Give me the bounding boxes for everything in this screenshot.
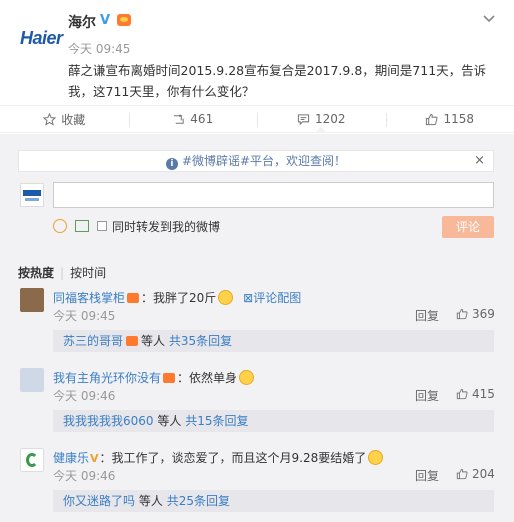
thumbs-up-icon bbox=[456, 308, 468, 320]
sort-by-hot-tab[interactable]: 按热度 bbox=[18, 266, 54, 280]
chevron-down-icon[interactable] bbox=[482, 12, 496, 26]
favorite-button[interactable]: 收藏 bbox=[0, 106, 129, 132]
comment-input[interactable] bbox=[53, 182, 494, 208]
comment-icon bbox=[297, 113, 310, 125]
comment-image-link[interactable]: 评论配图 bbox=[253, 291, 301, 305]
sub-reply-more[interactable]: 共15条回复 bbox=[185, 414, 248, 428]
comment-count: 1202 bbox=[314, 112, 346, 126]
commenter-avatar[interactable] bbox=[20, 448, 44, 472]
author-name[interactable]: 海尔 bbox=[68, 12, 96, 32]
post-action-bar: 收藏 461 1202 1158 bbox=[0, 105, 514, 133]
thumbs-up-icon bbox=[456, 468, 468, 480]
repost-icon bbox=[174, 113, 184, 124]
comment-text: ：我胖了20斤 bbox=[141, 291, 217, 305]
thumbs-up-icon bbox=[426, 113, 438, 125]
avatar-mark-line bbox=[25, 198, 39, 201]
emoji-icon bbox=[368, 450, 384, 465]
avatar-mark bbox=[23, 190, 41, 196]
sub-replies-box[interactable]: 我我我我我6060 等人 共15条回复 bbox=[53, 410, 494, 432]
like-count: 1158 bbox=[443, 112, 475, 126]
sub-replies-box[interactable]: 苏三的哥哥 等人 共35条回复 bbox=[53, 330, 494, 352]
sub-reply-mid: 等人 bbox=[157, 414, 182, 428]
sub-reply-mid: 等人 bbox=[138, 494, 163, 508]
my-avatar[interactable] bbox=[20, 183, 44, 207]
comment-line: 健康乐V：我工作了，谈恋爱了，而且这个月9.28要结婚了 bbox=[53, 449, 384, 466]
comment-text: ：依然单身 bbox=[177, 371, 238, 385]
avatar-mark bbox=[26, 453, 38, 467]
submit-comment-button[interactable]: 评论 bbox=[442, 216, 494, 238]
comment-time: 今天 09:46 bbox=[53, 469, 116, 483]
sub-reply-name[interactable]: 你又迷路了吗 bbox=[63, 494, 135, 508]
sub-reply-name[interactable]: 苏三的哥哥 bbox=[63, 334, 123, 348]
star-icon bbox=[43, 112, 57, 126]
repost-checkbox[interactable] bbox=[97, 221, 107, 231]
thumbs-up-icon bbox=[456, 388, 468, 400]
vip-icon bbox=[163, 373, 176, 383]
verified-icon: V bbox=[90, 452, 99, 465]
comment-like-count: 415 bbox=[472, 387, 495, 401]
comment-like-count: 369 bbox=[472, 307, 495, 321]
commenter-name[interactable]: 我有主角光环你没有 bbox=[53, 371, 161, 385]
comment-button[interactable]: 1202 bbox=[257, 106, 386, 133]
weibo-post: Haier 海尔 V 今天 09:45 薛之谦宣布离婚时间2015.9.28宣布… bbox=[0, 0, 514, 104]
commenter-name[interactable]: 同福客栈掌柜 bbox=[53, 291, 125, 305]
rumor-notice-banner[interactable]: i #微博辟谣#平台，欢迎查阅！ × bbox=[18, 150, 494, 172]
emoji-icon bbox=[239, 370, 255, 385]
author-avatar-logo[interactable]: Haier bbox=[20, 28, 63, 49]
like-button[interactable]: 1158 bbox=[385, 106, 514, 132]
verified-icon: V bbox=[100, 13, 111, 28]
sort-by-time-tab[interactable]: 按时间 bbox=[70, 266, 106, 280]
sub-reply-more[interactable]: 共25条回复 bbox=[167, 494, 230, 508]
vip-icon bbox=[126, 336, 139, 346]
vip-icon bbox=[127, 293, 140, 303]
commenter-avatar[interactable] bbox=[20, 288, 44, 312]
sort-divider: | bbox=[60, 266, 65, 280]
comment-line: 同福客栈掌柜 ：我胖了20斤 ⊠评论配图 bbox=[53, 289, 301, 306]
picture-icon: ⊠ bbox=[243, 291, 254, 305]
repost-checkbox-label[interactable]: 同时转发到我的微博 bbox=[112, 218, 220, 235]
comments-panel: i #微博辟谣#平台，欢迎查阅！ × 同时转发到我的微博 评论 按热度 | 按时间 同… bbox=[0, 134, 514, 522]
image-icon[interactable] bbox=[75, 220, 89, 232]
comment-time: 今天 09:46 bbox=[53, 389, 116, 403]
commenter-avatar[interactable] bbox=[20, 368, 44, 392]
notice-text[interactable]: #微博辟谣#平台，欢迎查阅！ bbox=[182, 154, 346, 168]
comment-text: ：我工作了，谈恋爱了，而且这个月9.28要结婚了 bbox=[99, 451, 367, 465]
sub-replies-box[interactable]: 你又迷路了吗 等人 共25条回复 bbox=[53, 490, 494, 512]
sub-reply-mid: 等人 bbox=[141, 334, 166, 348]
comment-like-button[interactable]: 415 bbox=[456, 387, 495, 401]
commenter-name[interactable]: 健康乐 bbox=[53, 451, 89, 465]
reply-button[interactable]: 回复 bbox=[415, 467, 439, 484]
info-icon: i bbox=[165, 158, 178, 170]
reply-button[interactable]: 回复 bbox=[415, 307, 439, 324]
sub-reply-name[interactable]: 我我我我我6060 bbox=[63, 414, 154, 428]
sub-reply-more[interactable]: 共35条回复 bbox=[169, 334, 232, 348]
comment-like-button[interactable]: 369 bbox=[456, 307, 495, 321]
post-time[interactable]: 今天 09:45 bbox=[68, 40, 130, 57]
favorite-label: 收藏 bbox=[61, 112, 86, 127]
close-icon[interactable]: × bbox=[474, 151, 485, 171]
sort-tabs: 按热度 | 按时间 bbox=[18, 264, 106, 281]
comment-line: 我有主角光环你没有 ：依然单身 bbox=[53, 369, 255, 386]
post-text: 薛之谦宣布离婚时间2015.9.28宣布复合是2017.9.8，期间是711天，… bbox=[68, 63, 487, 99]
vip-icon bbox=[117, 14, 131, 26]
emoji-icon[interactable] bbox=[53, 219, 67, 233]
comment-like-count: 204 bbox=[472, 467, 495, 481]
reply-button[interactable]: 回复 bbox=[415, 387, 439, 404]
repost-button[interactable]: 461 bbox=[128, 106, 258, 132]
comment-time: 今天 09:45 bbox=[53, 309, 116, 323]
composer-toolbar: 同时转发到我的微博 bbox=[53, 216, 220, 236]
emoji-icon bbox=[218, 290, 234, 305]
repost-count: 461 bbox=[190, 112, 214, 126]
comment-like-button[interactable]: 204 bbox=[456, 467, 495, 481]
